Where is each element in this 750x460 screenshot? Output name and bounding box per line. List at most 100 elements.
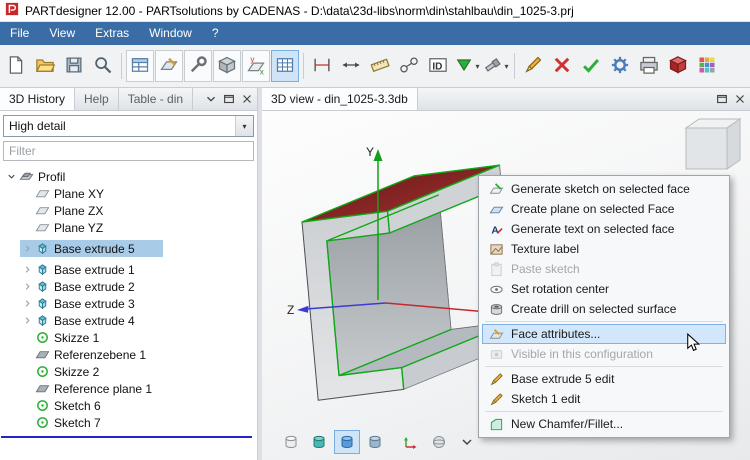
filter-input[interactable] [3, 141, 254, 161]
grid-button[interactable] [271, 50, 299, 82]
wrench-button[interactable] [184, 50, 212, 82]
chevron-down-button[interactable] [454, 430, 480, 454]
gear-button[interactable] [606, 50, 634, 82]
tab-3d-view[interactable]: 3D view - din_1025-3.3db [262, 88, 418, 110]
context-menu-item-generate-sketch-on-selected-face[interactable]: Generate sketch on selected face [482, 179, 726, 199]
save-button[interactable] [60, 50, 88, 82]
y-axis-label: Y [366, 145, 374, 159]
cylinder-blue-button[interactable] [334, 430, 360, 454]
tree-item-base-extrude-1[interactable]: Base extrude 1 [20, 261, 163, 278]
tree-item-base-extrude-3[interactable]: Base extrude 3 [20, 295, 163, 312]
expander-closed-icon[interactable] [20, 263, 34, 277]
tab-help[interactable]: Help [75, 88, 119, 110]
close-icon[interactable] [731, 91, 748, 108]
float-window-icon[interactable] [220, 91, 237, 108]
new-document-button[interactable] [2, 50, 30, 82]
sphere-button[interactable] [426, 430, 452, 454]
link-measure-button[interactable] [395, 50, 423, 82]
tree-item-base-extrude-4[interactable]: Base extrude 4 [20, 312, 163, 329]
context-menu-item-sketch-1-edit[interactable]: Sketch 1 edit [482, 389, 726, 409]
ruler-button[interactable] [366, 50, 394, 82]
menu-file[interactable]: File [0, 22, 39, 45]
z-axis-label: Z [287, 303, 294, 317]
tree-item-sketch-7[interactable]: Sketch 7 [20, 414, 129, 431]
plane-xy-button[interactable]: yx [242, 50, 270, 82]
tree-item-profil[interactable]: Profil [4, 168, 93, 185]
menu-window[interactable]: Window [139, 22, 202, 45]
close-icon[interactable] [238, 91, 255, 108]
plane-icon [34, 220, 51, 235]
dropdown-arrow-icon[interactable]: ▾ [504, 62, 508, 71]
tree-item-skizze-2[interactable]: Skizze 2 [20, 363, 127, 380]
green-dropdown-button[interactable]: ▾ [453, 50, 481, 82]
tree-item-plane-yz[interactable]: Plane YZ [20, 219, 131, 236]
tree-item-label: Skizze 2 [54, 365, 99, 379]
tree-item-reference-plane-1[interactable]: Reference plane 1 [20, 380, 180, 397]
ruler-icon [370, 55, 390, 78]
id-badge-button[interactable]: ID [424, 50, 452, 82]
dropdown-arrow-icon[interactable]: ▾ [475, 62, 479, 71]
context-menu-item-new-chamfer-fillet[interactable]: New Chamfer/Fillet... [482, 414, 726, 434]
menu-help[interactable]: ? [202, 22, 229, 45]
table-window-button[interactable] [126, 50, 154, 82]
printer-button[interactable] [635, 50, 663, 82]
context-menu-item-generate-text-on-selected-face[interactable]: AGenerate text on selected face [482, 219, 726, 239]
expander-spacer [20, 221, 34, 235]
context-menu-item-set-rotation-center[interactable]: Set rotation center [482, 279, 726, 299]
tree-item-referenzebene-1[interactable]: Referenzebene 1 [20, 346, 174, 363]
cube-button[interactable] [213, 50, 241, 82]
expander-open-icon[interactable] [4, 170, 18, 184]
cylinder-outline-button[interactable] [278, 430, 304, 454]
delete-red-button[interactable] [548, 50, 576, 82]
cylinder-steel-button[interactable] [362, 430, 388, 454]
chevron-down-icon[interactable]: ▾ [235, 116, 253, 136]
expander-closed-icon[interactable] [20, 242, 34, 256]
edit-pencil-icon [523, 55, 543, 78]
tree-item-sketch-6[interactable]: Sketch 6 [20, 397, 129, 414]
context-menu-item-create-drill-on-selected-surface[interactable]: Create drill on selected surface [482, 299, 726, 319]
red-cube-button[interactable] [664, 50, 692, 82]
tree-item-label: Skizze 1 [54, 331, 99, 345]
chevron-down-icon[interactable] [202, 91, 219, 108]
check-green-button[interactable] [577, 50, 605, 82]
tree-item-skizze-1[interactable]: Skizze 1 [20, 329, 127, 346]
menu-separator [485, 366, 723, 367]
menu-view[interactable]: View [39, 22, 85, 45]
drop-indicator-line [1, 436, 252, 438]
3d-viewport[interactable]: Y Z Generate sketch on selected faceCrea… [262, 111, 750, 460]
context-menu-item-face-attributes[interactable]: Face attributes... [482, 324, 726, 344]
menu-extras[interactable]: Extras [85, 22, 139, 45]
tree-item-plane-zx[interactable]: Plane ZX [20, 202, 131, 219]
context-menu-item-visible-in-this-configuration: Visible in this configuration [482, 344, 726, 364]
dim-bracket-button[interactable] [308, 50, 336, 82]
tree-item-base-extrude-5[interactable]: Base extrude 5 [20, 240, 163, 257]
float-window-icon[interactable] [713, 91, 730, 108]
color-grid-button[interactable] [693, 50, 721, 82]
open-folder-button[interactable] [31, 50, 59, 82]
detail-level-select[interactable]: High detail ▾ [3, 115, 254, 137]
drill-icon [487, 302, 505, 317]
axes-button[interactable] [398, 430, 424, 454]
tab-3d-history[interactable]: 3D History [0, 88, 75, 110]
context-menu-item-create-plane-on-selected-face[interactable]: Create plane on selected Face [482, 199, 726, 219]
expander-spacer [20, 204, 34, 218]
tree-item-base-extrude-2[interactable]: Base extrude 2 [20, 278, 163, 295]
context-menu-item-texture-label[interactable]: Texture label [482, 239, 726, 259]
dim-arrow-button[interactable] [337, 50, 365, 82]
screw-button[interactable]: ▾ [482, 50, 510, 82]
context-menu-item-base-extrude-5-edit[interactable]: Base extrude 5 edit [482, 369, 726, 389]
sketch-plane-button[interactable] [155, 50, 183, 82]
expander-closed-icon[interactable] [20, 280, 34, 294]
cylinder-teal-button[interactable] [306, 430, 332, 454]
expander-closed-icon[interactable] [20, 314, 34, 328]
sketch-icon [34, 398, 51, 413]
view-cube[interactable] [686, 119, 740, 169]
search-button[interactable] [89, 50, 117, 82]
expander-closed-icon[interactable] [20, 297, 34, 311]
edit-pencil-button[interactable] [519, 50, 547, 82]
printer-icon [639, 55, 659, 78]
sketch-plane-icon [159, 55, 179, 78]
tree-item-plane-xy[interactable]: Plane XY [20, 185, 132, 202]
texture-label-icon [487, 242, 505, 257]
tab-table-din[interactable]: Table - din [119, 88, 193, 110]
